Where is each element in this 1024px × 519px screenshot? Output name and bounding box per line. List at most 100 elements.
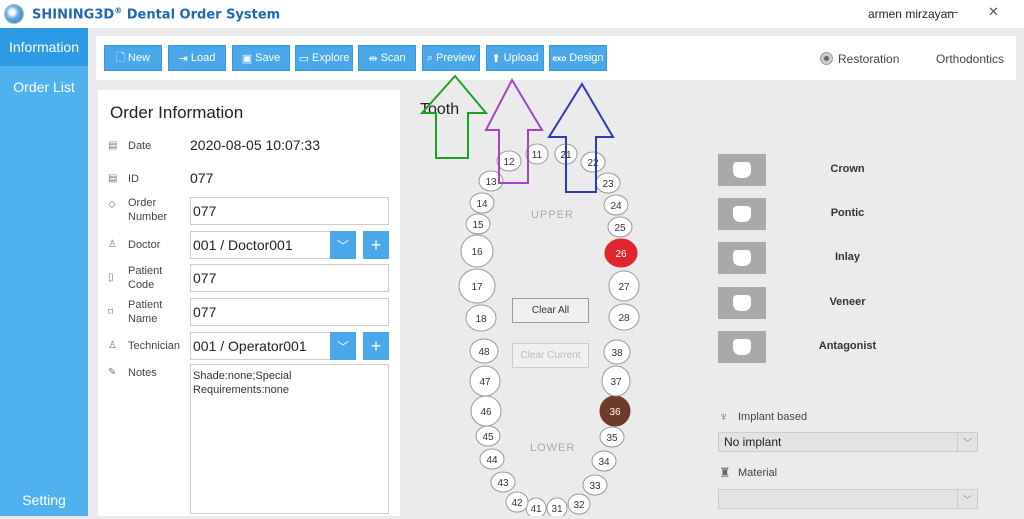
design-button[interactable]: exo Design xyxy=(549,45,607,71)
tooth-11[interactable] xyxy=(525,143,549,165)
tooth-27[interactable] xyxy=(608,270,640,302)
tooth-36[interactable] xyxy=(599,395,631,427)
tooth-18[interactable] xyxy=(465,304,497,332)
notes-textarea[interactable]: Shade:none;Special Requirements:none xyxy=(190,364,389,514)
orthodontics-label[interactable]: Orthodontics xyxy=(936,52,1004,66)
tooth-13-label: 13 xyxy=(485,177,497,188)
close-button[interactable]: ✕ xyxy=(988,4,999,20)
preview-icon: ⌕ xyxy=(426,51,434,64)
sidebar-item-setting[interactable]: Setting xyxy=(0,481,88,519)
tooth-21[interactable] xyxy=(554,143,578,165)
tooth-15[interactable] xyxy=(465,213,491,235)
material-label: Material xyxy=(738,467,778,479)
restoration-type-crown-icon[interactable] xyxy=(718,154,766,186)
preview-button[interactable]: ⌕ Preview xyxy=(422,45,480,71)
tooth-45[interactable] xyxy=(475,425,501,447)
tooth-34[interactable] xyxy=(591,450,617,472)
tooth-32[interactable] xyxy=(567,493,591,515)
upload-arrow-annotation xyxy=(484,77,544,184)
restoration-type-label[interactable]: Veneer xyxy=(800,296,895,308)
restoration-type-veneer-icon[interactable] xyxy=(718,287,766,319)
tooth-45-label: 45 xyxy=(482,432,494,443)
tooth-25-label: 25 xyxy=(614,223,626,234)
tooth-28[interactable] xyxy=(608,303,640,331)
order-number-field[interactable]: 077 xyxy=(190,197,389,225)
tooth-37-label: 37 xyxy=(610,377,622,388)
tooth-35-label: 35 xyxy=(606,433,618,444)
tooth-31[interactable] xyxy=(546,497,568,516)
tooth-14[interactable] xyxy=(469,192,495,214)
tooth-26[interactable] xyxy=(604,238,638,268)
tooth-46[interactable] xyxy=(470,395,502,427)
tooth-37[interactable] xyxy=(601,365,631,397)
tooth-47[interactable] xyxy=(469,365,501,397)
tooth-11-label: 11 xyxy=(532,150,543,161)
id-icon: ▤ xyxy=(108,173,118,184)
tooth-38[interactable] xyxy=(603,339,631,365)
patient-code-field[interactable]: 077 xyxy=(190,264,389,292)
restoration-type-label[interactable]: Antagonist xyxy=(800,340,895,352)
doctor-dropdown-chevron-icon[interactable]: ﹀ xyxy=(330,231,356,259)
restoration-type-pontic-icon[interactable] xyxy=(718,198,766,230)
sidebar-item-information[interactable]: Information xyxy=(0,28,88,66)
explore-button[interactable]: ▭ Explore xyxy=(295,45,353,71)
toolbar: 🗋 New ⇥ Load ▣ Save ▭ Explore ⇹ Scan ⌕ Preview… xyxy=(96,36,1016,80)
new-button[interactable]: 🗋 New xyxy=(104,45,162,71)
implant-select[interactable]: No implant ﹀ xyxy=(718,432,978,452)
restoration-radio[interactable] xyxy=(820,52,833,65)
tooth-48[interactable] xyxy=(469,338,499,364)
add-technician-button[interactable]: + xyxy=(363,332,389,360)
date-label: Date xyxy=(128,140,152,152)
tooth-23[interactable] xyxy=(595,172,621,194)
tooth-21-label: 21 xyxy=(560,150,572,161)
minimize-button[interactable]: — xyxy=(945,4,958,19)
inlay-tooth-icon xyxy=(733,250,751,266)
tooth-16[interactable] xyxy=(460,234,494,268)
tooth-12-label: 12 xyxy=(503,157,515,168)
tooth-42-label: 42 xyxy=(511,498,523,509)
tooth-36-label: 36 xyxy=(609,407,621,418)
title-bar: SHINING3D® Dental Order System armen mir… xyxy=(0,0,1024,28)
tooth-31-label: 31 xyxy=(551,504,563,515)
tooth-41[interactable] xyxy=(525,497,547,516)
material-select[interactable]: ﹀ xyxy=(718,489,978,509)
tooth-24[interactable] xyxy=(603,194,629,216)
exo-icon: exo xyxy=(552,53,567,63)
restoration-type-inlay-icon[interactable] xyxy=(718,242,766,274)
upload-button[interactable]: ⬆ Upload xyxy=(486,45,544,71)
clear-all-button[interactable]: Clear All xyxy=(512,298,589,323)
tooth-22[interactable] xyxy=(580,151,606,173)
technician-dropdown-chevron-icon[interactable]: ﹀ xyxy=(330,332,356,360)
clear-current-button[interactable]: Clear Current xyxy=(512,343,589,368)
restoration-type-label[interactable]: Crown xyxy=(800,163,895,175)
notes-label: Notes xyxy=(128,367,157,379)
save-button[interactable]: ▣ Save xyxy=(232,45,290,71)
sidebar-item-order-list[interactable]: Order List xyxy=(0,68,88,106)
tooth-38-label: 38 xyxy=(611,348,623,359)
tooth-17[interactable] xyxy=(458,268,496,304)
tooth-35[interactable] xyxy=(599,426,625,448)
load-button[interactable]: ⇥ Load xyxy=(168,45,226,71)
upload-icon: ⬆ xyxy=(491,52,501,65)
patient-name-label: Patient Name xyxy=(128,299,163,325)
tooth-44[interactable] xyxy=(479,448,505,470)
restoration-type-label[interactable]: Pontic xyxy=(800,207,895,219)
add-doctor-button[interactable]: + xyxy=(363,231,389,259)
veneer-tooth-icon xyxy=(733,295,751,311)
tooth-33[interactable] xyxy=(582,474,608,496)
restoration-type-label[interactable]: Inlay xyxy=(800,251,895,263)
restoration-type-antagonist-icon[interactable] xyxy=(718,331,766,363)
patient-name-field[interactable]: 077 xyxy=(190,298,389,326)
scan-button[interactable]: ⇹ Scan xyxy=(358,45,416,71)
tooth-42[interactable] xyxy=(505,491,529,513)
tooth-24-label: 24 xyxy=(610,201,622,212)
tooth-41-label: 41 xyxy=(530,504,542,515)
tooth-43[interactable] xyxy=(490,471,516,493)
tooth-13[interactable] xyxy=(478,170,504,192)
tooth-12[interactable] xyxy=(496,150,522,172)
tooth-25[interactable] xyxy=(607,216,633,238)
folder-icon: ▭ xyxy=(298,52,310,65)
doctor-icon: ♙ xyxy=(108,239,117,250)
order-information-panel: Order Information ▤ Date 2020-08-05 10:0… xyxy=(98,90,400,516)
pontic-tooth-icon xyxy=(733,206,751,222)
